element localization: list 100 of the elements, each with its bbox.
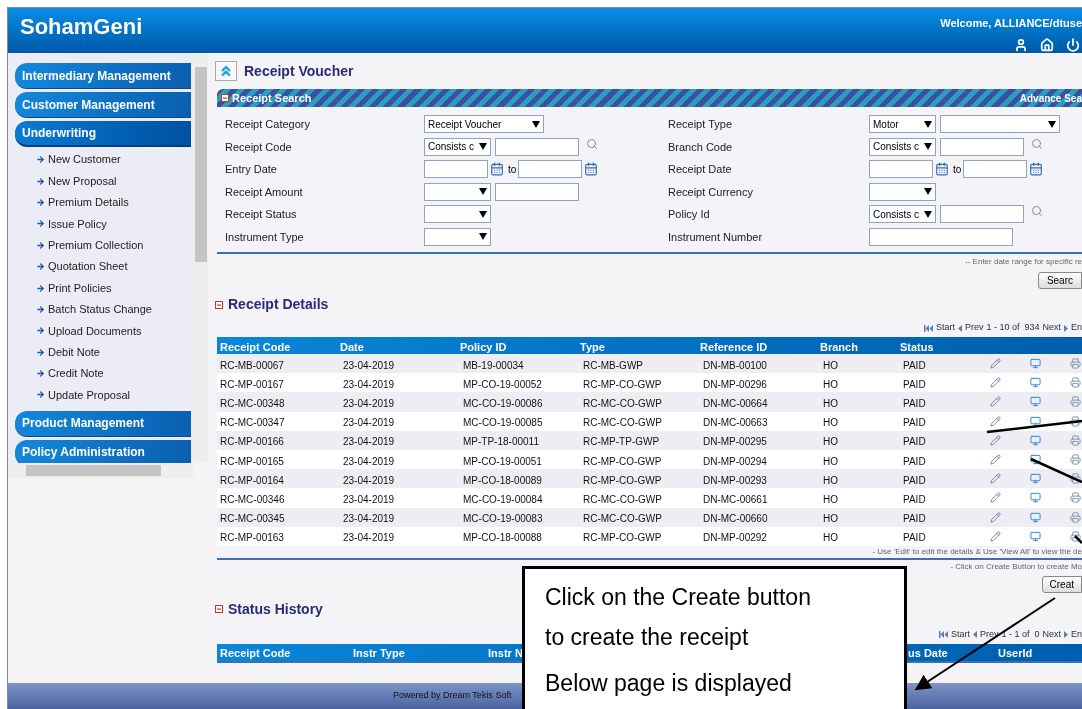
search-icon[interactable]	[1031, 205, 1043, 218]
dropdown[interactable]	[424, 227, 491, 246]
sidebar-item[interactable]: Issue Policy	[48, 215, 107, 233]
sidebar-item[interactable]: Credit Note	[48, 365, 104, 382]
monitor-icon[interactable]	[1030, 415, 1041, 427]
sidebar-item[interactable]: Update Proposal	[48, 386, 130, 404]
calendar-icon[interactable]	[584, 162, 599, 177]
printer-icon[interactable]	[1070, 415, 1081, 427]
end-link[interactable]: En	[1071, 628, 1082, 642]
sidebar-section[interactable]: Product Management	[15, 410, 191, 437]
previous-icon[interactable]	[957, 324, 962, 332]
table-cell: HO	[823, 378, 838, 390]
next-icon[interactable]	[1064, 324, 1068, 332]
section-title: Receipt Details	[228, 295, 329, 314]
advance-search-link[interactable]: Advance Sea	[1019, 90, 1082, 106]
search-icon[interactable]	[1031, 137, 1043, 150]
sidebar-item[interactable]: Debit Note	[48, 343, 100, 361]
collapse-button[interactable]	[215, 61, 237, 81]
sidebar-section[interactable]: Customer Management	[15, 92, 191, 118]
edit-icon[interactable]	[990, 473, 1001, 485]
arrow-icon	[36, 155, 45, 165]
sidebar-section[interactable]: Underwriting	[15, 121, 191, 147]
printer-icon[interactable]	[1070, 530, 1081, 542]
caret-icon	[479, 188, 487, 196]
collapse-icon[interactable]	[215, 300, 223, 309]
prev-link[interactable]: Prev	[964, 321, 984, 335]
table-cell: PAID	[903, 455, 926, 467]
next-link[interactable]: Next	[1042, 628, 1061, 642]
input-field[interactable]	[495, 137, 579, 156]
user-icon[interactable]	[1014, 37, 1028, 52]
printer-icon[interactable]	[1070, 473, 1081, 485]
calendar-icon[interactable]	[935, 162, 949, 177]
start-link[interactable]: Start	[950, 628, 970, 642]
input-field[interactable]	[869, 160, 933, 179]
edit-icon[interactable]	[990, 492, 1001, 504]
dropdown[interactable]	[869, 182, 936, 201]
input-field[interactable]	[940, 205, 1024, 224]
sidebar-section[interactable]: Intermediary Management	[15, 63, 191, 89]
edit-icon[interactable]	[990, 377, 1001, 389]
arrow-icon	[36, 197, 45, 207]
sidebar-section[interactable]: Policy Administration	[15, 439, 191, 466]
edit-icon[interactable]	[990, 511, 1001, 523]
calendar-icon[interactable]	[490, 162, 504, 177]
input-field[interactable]	[424, 160, 488, 179]
caret-icon	[924, 210, 932, 218]
table-cell: DN-MC-00663	[703, 417, 768, 429]
first-page-icon[interactable]	[923, 324, 933, 332]
monitor-icon[interactable]	[1030, 454, 1041, 466]
horizontal-scrollbar[interactable]	[8, 463, 193, 478]
dropdown[interactable]: Receipt Voucher	[424, 115, 544, 134]
next-icon[interactable]	[1064, 631, 1068, 639]
dropdown[interactable]	[424, 182, 491, 201]
input-field[interactable]	[518, 160, 583, 179]
edit-icon[interactable]	[990, 358, 1001, 370]
home-icon[interactable]	[1040, 37, 1054, 52]
sidebar-item[interactable]: Print Policies	[48, 279, 112, 297]
dropdown[interactable]: Motor	[869, 115, 936, 134]
search-icon[interactable]	[586, 137, 598, 150]
arrow-icon	[36, 219, 45, 229]
table-cell: RC-MC-CO-GWP	[583, 417, 662, 429]
power-icon[interactable]	[1066, 37, 1080, 52]
sidebar-item[interactable]: Batch Status Change	[48, 301, 152, 318]
edit-icon[interactable]	[990, 434, 1001, 446]
dropdown[interactable]: Consists c	[424, 137, 491, 156]
input-field[interactable]	[495, 182, 579, 201]
dropdown[interactable]: Consists c	[869, 205, 936, 224]
sidebar-item[interactable]: Premium Details	[48, 194, 129, 211]
search-button[interactable]: Searc	[1037, 272, 1082, 289]
start-link[interactable]: Start	[935, 321, 955, 335]
table-cell: HO	[823, 474, 838, 486]
collapse-icon[interactable]	[221, 94, 229, 102]
edit-icon[interactable]	[990, 415, 1001, 427]
calendar-icon[interactable]	[1029, 162, 1044, 177]
sidebar-item[interactable]: New Customer	[48, 151, 121, 168]
create-button[interactable]: Creat	[1041, 575, 1082, 593]
table-cell: DN-MB-00100	[703, 359, 767, 371]
first-page-icon[interactable]	[938, 631, 948, 639]
table-cell: MP-CO-18-00089	[463, 474, 542, 486]
sidebar-item[interactable]: Quotation Sheet	[48, 258, 128, 275]
dropdown[interactable]	[424, 205, 491, 224]
input-field[interactable]	[963, 160, 1028, 179]
table-cell: DN-MP-00296	[703, 378, 767, 390]
collapse-icon[interactable]	[215, 605, 223, 614]
field-label: Receipt Category	[225, 117, 310, 132]
edit-icon[interactable]	[990, 454, 1001, 466]
dropdown[interactable]: Consists c	[869, 137, 936, 156]
column-header: us Date	[908, 647, 948, 660]
end-link[interactable]: En	[1071, 321, 1082, 335]
vertical-scrollbar[interactable]	[193, 53, 208, 463]
input-field[interactable]	[940, 137, 1024, 156]
input-field[interactable]	[869, 227, 1013, 246]
edit-icon[interactable]	[990, 530, 1001, 542]
sidebar-item[interactable]: Premium Collection	[48, 237, 144, 254]
edit-icon[interactable]	[990, 396, 1001, 408]
next-link[interactable]: Next	[1042, 321, 1061, 335]
sidebar-item[interactable]: New Proposal	[48, 172, 117, 190]
previous-icon[interactable]	[972, 631, 977, 639]
prev-link[interactable]: Prev	[979, 628, 999, 642]
sidebar-item[interactable]: Upload Documents	[48, 322, 142, 340]
table-cell: RC-MC-00345	[220, 513, 285, 525]
